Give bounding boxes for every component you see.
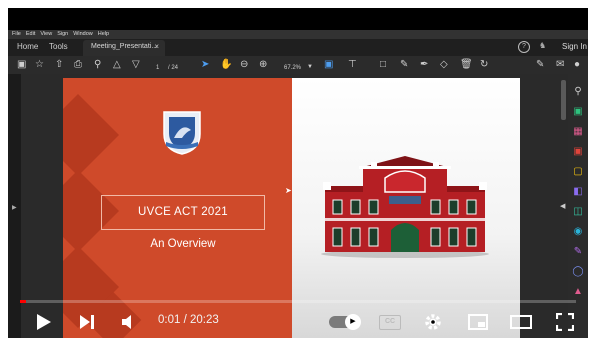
slide-red-panel: UVCE ACT 2021 An Overview bbox=[63, 78, 292, 338]
menu-help[interactable]: Help bbox=[98, 30, 109, 39]
print-icon[interactable]: ⎙ bbox=[74, 59, 82, 71]
zoom-level[interactable]: 67.2% bbox=[284, 62, 301, 74]
menu-file[interactable]: File bbox=[12, 30, 21, 39]
page-number-input[interactable]: 1 bbox=[156, 62, 159, 74]
video-progress-bar[interactable] bbox=[20, 300, 576, 303]
bell-icon[interactable]: ♞ bbox=[539, 41, 546, 50]
menu-view[interactable]: View bbox=[40, 30, 52, 39]
next-page-icon[interactable]: ▽ bbox=[132, 59, 140, 71]
zoom-search-icon[interactable]: ⚲ bbox=[94, 59, 101, 71]
rotate-icon[interactable]: ↻ bbox=[480, 59, 488, 71]
comment-icon[interactable]: □ bbox=[380, 59, 386, 71]
select-cursor-icon[interactable]: ➤ bbox=[201, 59, 209, 71]
highlight-pen-icon[interactable]: ✎ bbox=[400, 59, 408, 71]
zoom-in-icon[interactable]: ⊕ bbox=[259, 59, 267, 71]
next-video-icon[interactable] bbox=[79, 314, 95, 330]
document-tab-label: Meeting_Presentati... bbox=[91, 43, 158, 50]
organize-pages-icon[interactable]: ▦ bbox=[572, 126, 584, 138]
slide-title: UVCE ACT 2021 bbox=[138, 206, 228, 218]
save-icon[interactable]: ▣ bbox=[17, 59, 26, 71]
edit-pen-icon[interactable]: ✎ bbox=[536, 59, 544, 71]
expand-left-panel-icon[interactable]: ▶ bbox=[12, 204, 17, 211]
menu-edit[interactable]: Edit bbox=[26, 30, 35, 39]
create-pdf-icon[interactable]: ▣ bbox=[572, 146, 584, 158]
vertical-scrollbar[interactable] bbox=[561, 80, 566, 120]
scroll-mode-icon[interactable]: ⊤ bbox=[348, 59, 357, 71]
zoom-out-icon[interactable]: ⊖ bbox=[240, 59, 248, 71]
uvce-logo bbox=[163, 111, 201, 155]
tab-bar: Home Tools Meeting_Presentati... × ? ♞ S… bbox=[8, 39, 588, 56]
theater-mode-icon[interactable] bbox=[510, 314, 532, 330]
hand-tool-icon[interactable]: ✋ bbox=[220, 59, 232, 71]
miniplayer-icon[interactable] bbox=[468, 314, 488, 330]
left-nav-gutter[interactable]: ▶ bbox=[8, 74, 21, 338]
slide-subtitle: An Overview bbox=[150, 238, 216, 250]
previous-page-icon[interactable]: △ bbox=[113, 59, 121, 71]
fit-page-icon[interactable]: ▣ bbox=[324, 59, 333, 71]
right-tools-panel: ◀ ⚲ ▣ ▦ ▣ ▢ ◧ ◫ ◉ ✎ ◯ ▲ bbox=[560, 74, 588, 338]
tab-home[interactable]: Home bbox=[17, 42, 38, 51]
video-progress-fill bbox=[20, 300, 26, 303]
sign-in-link[interactable]: Sign In bbox=[562, 42, 587, 51]
edit-pdf-icon[interactable]: ◫ bbox=[572, 206, 584, 218]
toolbar: ▣ ☆ ⇧ ⎙ ⚲ △ ▽ 1 / 24 ➤ ✋ ⊖ ⊕ 67.2% ▼ ▣ ⊤… bbox=[8, 56, 588, 74]
menu-sign[interactable]: Sign bbox=[57, 30, 68, 39]
tab-tools[interactable]: Tools bbox=[49, 42, 68, 51]
slide-page: UVCE ACT 2021 An Overview bbox=[63, 78, 520, 338]
scan-icon[interactable]: ◉ bbox=[572, 226, 584, 238]
fullscreen-icon[interactable] bbox=[556, 313, 574, 331]
upload-icon[interactable]: ⇧ bbox=[55, 59, 63, 71]
delete-icon[interactable]: 🗑 bbox=[460, 59, 473, 71]
autoplay-play-icon: ▶ bbox=[345, 314, 361, 330]
export-pdf-icon[interactable]: ▣ bbox=[572, 106, 584, 118]
combine-files-icon[interactable]: ◧ bbox=[572, 186, 584, 198]
page-total: / 24 bbox=[168, 65, 179, 71]
slide-title-box: UVCE ACT 2021 bbox=[101, 195, 265, 230]
building-illustration bbox=[321, 156, 489, 258]
fill-sign-icon[interactable]: ✎ bbox=[572, 246, 584, 258]
tab-document[interactable]: Meeting_Presentati... × bbox=[83, 40, 165, 56]
close-tab-icon[interactable]: × bbox=[154, 42, 159, 51]
help-icon[interactable]: ? bbox=[518, 41, 530, 53]
stamp-icon[interactable]: ◇ bbox=[440, 59, 448, 71]
play-icon[interactable] bbox=[36, 313, 52, 331]
menu-bar: File Edit View Sign Window Help bbox=[8, 30, 588, 39]
menu-window[interactable]: Window bbox=[73, 30, 93, 39]
comment-tool-icon[interactable]: ▢ bbox=[572, 166, 584, 178]
sign-icon[interactable]: ✒ bbox=[420, 59, 428, 71]
zoom-dropdown-icon[interactable]: ▼ bbox=[307, 61, 313, 73]
autoplay-toggle[interactable]: ▶ bbox=[329, 314, 361, 330]
more-tools-icon[interactable]: ▲ bbox=[572, 286, 584, 298]
video-time: 0:01 / 20:23 bbox=[158, 314, 219, 326]
video-frame[interactable]: File Edit View Sign Window Help Home Too… bbox=[8, 8, 588, 338]
mail-icon[interactable]: ✉ bbox=[556, 59, 564, 71]
mouse-cursor-icon: ➤ bbox=[285, 186, 292, 195]
protect-icon[interactable]: ◯ bbox=[572, 266, 584, 278]
volume-icon[interactable] bbox=[121, 314, 137, 330]
decorative-diamond bbox=[63, 93, 120, 177]
search-icon[interactable]: ⚲ bbox=[572, 86, 584, 98]
account-icon[interactable]: ● bbox=[574, 59, 580, 71]
bookmark-star-icon[interactable]: ☆ bbox=[35, 59, 44, 71]
subtitles-cc-button[interactable]: CC bbox=[379, 315, 401, 330]
collapse-right-panel-icon[interactable]: ◀ bbox=[560, 202, 565, 210]
settings-gear-icon[interactable] bbox=[424, 313, 442, 331]
